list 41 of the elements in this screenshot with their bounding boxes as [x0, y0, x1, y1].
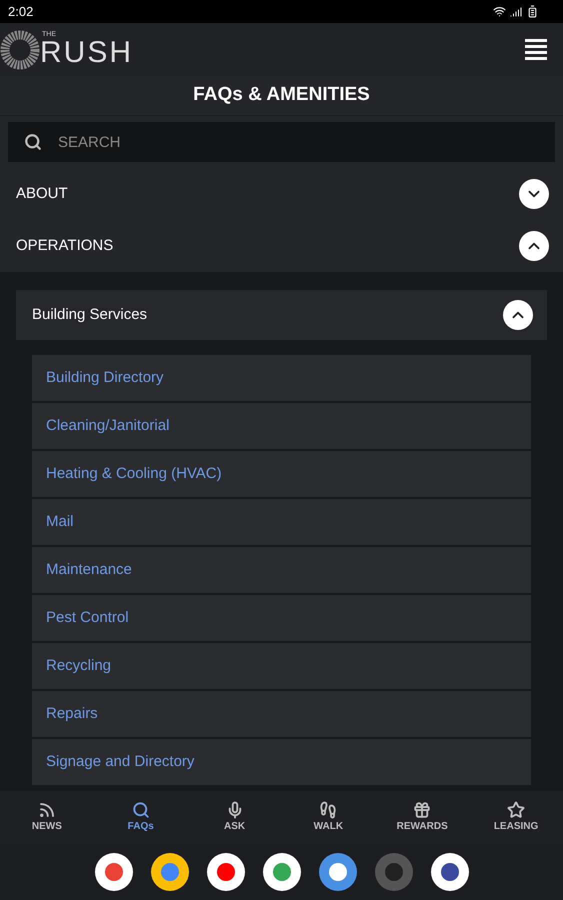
app-icon[interactable]	[206, 852, 244, 890]
faq-link[interactable]: Recycling	[32, 643, 531, 689]
rss-icon	[38, 800, 56, 818]
nav-tab[interactable]: NEWS	[6, 800, 87, 834]
section-title[interactable]: OPERATIONS	[16, 234, 114, 258]
expand-toggle-button[interactable]	[519, 231, 549, 261]
app-icon[interactable]	[94, 852, 132, 890]
search-field[interactable]: SEARCH	[8, 122, 555, 162]
faq-link[interactable]: Pest Control	[32, 595, 531, 641]
nav-tab[interactable]: REWARDS	[382, 800, 462, 834]
status-time: 2:02	[8, 2, 34, 21]
app-icon[interactable]	[318, 852, 356, 890]
search-icon	[132, 800, 150, 818]
group-title: Building Services	[32, 304, 148, 325]
faq-link[interactable]: Signage and Directory	[32, 739, 531, 785]
page-title: FAQs & AMENITIES	[193, 83, 370, 108]
logo-text: RUSH	[40, 38, 134, 68]
search-icon	[24, 133, 42, 151]
app-icon[interactable]	[430, 852, 468, 890]
nav-tab[interactable]: LEASING	[476, 800, 556, 834]
gift-icon	[413, 800, 432, 818]
nav-tab[interactable]: ASK	[194, 800, 275, 834]
logo-ring-icon	[0, 30, 40, 70]
battery-icon	[526, 5, 539, 18]
app-icon[interactable]	[262, 852, 300, 890]
app-icon[interactable]	[150, 852, 188, 890]
faq-link[interactable]: Building Directory	[32, 355, 531, 401]
expand-toggle-button[interactable]	[519, 179, 549, 209]
faq-link[interactable]: Heating & Cooling (HVAC)	[32, 451, 531, 497]
faq-link[interactable]: Mail	[32, 499, 531, 545]
nav-tab[interactable]: WALK	[288, 800, 368, 834]
footprints-icon	[319, 800, 338, 818]
expand-toggle-button[interactable]	[503, 300, 533, 330]
star-icon	[507, 800, 526, 818]
group-header[interactable]: Building Services	[16, 290, 547, 340]
faq-link[interactable]: Repairs	[32, 691, 531, 737]
signal-icon	[510, 6, 522, 18]
faq-link[interactable]: Maintenance	[32, 547, 531, 593]
section-title[interactable]: ABOUT	[16, 182, 68, 206]
faq-link[interactable]: Cleaning/Janitorial	[32, 403, 531, 449]
nav-tab[interactable]: FAQs	[100, 800, 181, 834]
